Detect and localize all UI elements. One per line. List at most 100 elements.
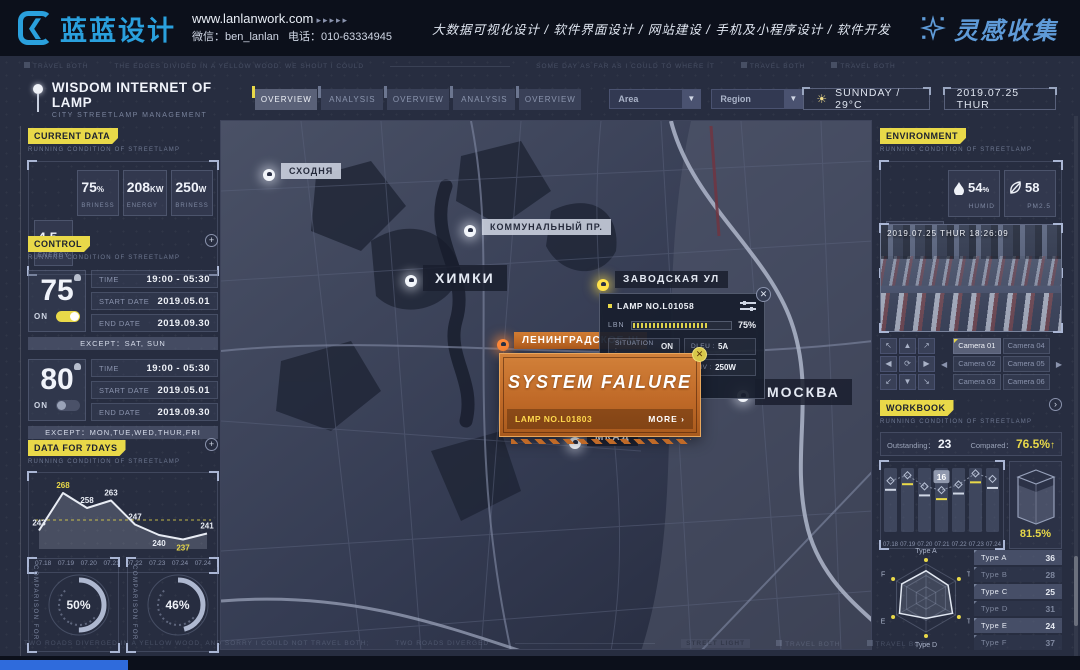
lamp-toggle[interactable] bbox=[56, 400, 80, 411]
panel-badge: CURRENT DATA bbox=[28, 128, 118, 144]
brand-logo-text: 蓝蓝设计 bbox=[60, 9, 176, 48]
brand-logo-icon: ❮ bbox=[18, 11, 52, 45]
pan-right-button[interactable]: ▶ bbox=[918, 356, 935, 372]
compared-value: 76.5% bbox=[1016, 437, 1050, 451]
tab-overview-1[interactable]: OVERVIEW bbox=[255, 89, 317, 110]
wechat-label: 微信：ben_lanlan bbox=[192, 31, 279, 43]
dashboard-header: WISDOM INTERNET OF LAMP CITY STREETLAMP … bbox=[30, 82, 1056, 116]
camera-button-6[interactable]: Camera 06 bbox=[1003, 374, 1050, 390]
website-link[interactable]: www.lanlanwork.com bbox=[192, 11, 313, 26]
panel-badge: CONTROL bbox=[28, 236, 90, 252]
camera-button-3[interactable]: Camera 03 bbox=[953, 374, 1000, 390]
panel-badge: DATA FOR 7DAYS bbox=[28, 440, 126, 456]
filter-selects: Area▼ Region▼ bbox=[609, 89, 803, 109]
decor-bottom-row: TWO ROADS DIVERGED IN A YELLOW WOOD, AND… bbox=[24, 639, 1056, 648]
tab-overview-2[interactable]: OVERVIEW bbox=[387, 89, 449, 110]
lbn-label: LBN bbox=[608, 322, 625, 329]
camera-list-prev-icon[interactable]: ◀ bbox=[941, 360, 947, 369]
pan-up-left-button[interactable]: ↖ bbox=[880, 338, 897, 354]
map-label-kommunalny[interactable]: КОММУНАЛЬНЫЙ ПР. bbox=[482, 219, 611, 235]
map-pin-zavodskaya[interactable] bbox=[597, 279, 609, 291]
map-pin-khimki[interactable] bbox=[405, 275, 417, 287]
workbook-more-button[interactable]: › bbox=[1049, 398, 1062, 411]
brand-logo[interactable]: ❮ 蓝蓝设计 bbox=[18, 9, 176, 48]
pan-down-left-button[interactable]: ↙ bbox=[880, 374, 897, 390]
brightness-value: 80 bbox=[34, 364, 80, 396]
schedule-block-2: 80 ON TIME19:00 - 05:30 START DATE2019.0… bbox=[28, 359, 218, 421]
ruler-decor bbox=[20, 126, 21, 656]
close-icon[interactable]: ✕ bbox=[692, 347, 707, 362]
reset-view-button[interactable]: ⟳ bbox=[899, 356, 916, 372]
pan-left-button[interactable]: ◀ bbox=[880, 356, 897, 372]
page-title: WISDOM INTERNET OF LAMP bbox=[52, 80, 229, 110]
svg-text:258: 258 bbox=[80, 496, 94, 505]
camera-list-next-icon[interactable]: ▶ bbox=[1056, 360, 1062, 369]
type-row-c[interactable]: Type C25 bbox=[974, 584, 1062, 599]
scrollbar[interactable] bbox=[1074, 116, 1078, 656]
tab-analysis-1[interactable]: ANALYSIS bbox=[321, 89, 383, 110]
panel-control: CONTROL RUNNING CONDITION OF STREETLAMP … bbox=[28, 234, 218, 439]
camera-button-4[interactable]: Camera 04 bbox=[1003, 338, 1050, 354]
type-row-d[interactable]: Type D31 bbox=[974, 601, 1062, 616]
main-tabs: OVERVIEW ANALYSIS OVERVIEW ANALYSIS OVER… bbox=[255, 89, 581, 110]
time-row: TIME19:00 - 05:30 bbox=[91, 359, 218, 377]
week-line-chart: 243268258263247240237241 bbox=[31, 477, 215, 555]
type-row-a[interactable]: Type A36 bbox=[974, 550, 1062, 565]
svg-text:241: 241 bbox=[200, 522, 214, 531]
comparison-gauge-2: COMPARISON FOR 46% bbox=[127, 558, 218, 652]
region-select[interactable]: Region▼ bbox=[711, 89, 803, 109]
city-map[interactable]: СХОДНЯ КОММУНАЛЬНЫЙ ПР. ХИМКИ ЗАВОДСКАЯ … bbox=[220, 120, 872, 650]
page-bottom-strip bbox=[0, 656, 1080, 670]
pan-up-right-button[interactable]: ↗ bbox=[918, 338, 935, 354]
comparison-gauge-1: COMPARISON FOR 50% bbox=[28, 558, 119, 652]
map-pin-leningradskoe[interactable] bbox=[497, 339, 509, 351]
map-label-zavodskaya[interactable]: ЗАВОДСКАЯ УЛ bbox=[615, 271, 728, 288]
type-row-e[interactable]: Type E24 bbox=[974, 618, 1062, 633]
camera-button-2[interactable]: Camera 02 bbox=[953, 356, 1000, 372]
tab-overview-3[interactable]: OVERVIEW bbox=[519, 89, 581, 110]
map-label-skhodnya[interactable]: СХОДНЯ bbox=[281, 163, 341, 179]
stat-briness-pct: 75% BRINESS bbox=[77, 170, 118, 216]
panel-subtitle: RUNNING CONDITION OF STREETLAMP bbox=[28, 459, 180, 465]
collect-button[interactable]: 灵感收集 bbox=[920, 11, 1058, 46]
workbook-3d-gauge: 81.5% bbox=[1009, 461, 1062, 549]
panel-subtitle: RUNNING CONDITION OF STREETLAMP bbox=[28, 147, 218, 153]
type-list: Type A36 Type B28 Type C25 Type D31 Type… bbox=[974, 542, 1062, 654]
pan-down-right-button[interactable]: ↘ bbox=[918, 374, 935, 390]
map-pin-skhodnya[interactable] bbox=[263, 169, 275, 181]
alert-hatch-decor bbox=[511, 439, 691, 444]
panel-workbook: WORKBOOK RUNNING CONDITION OF STREETLAMP… bbox=[880, 398, 1062, 549]
type-row-b[interactable]: Type B28 bbox=[974, 567, 1062, 582]
camera-video-feed[interactable]: 2019.07.25 THUR 18:26:09 bbox=[880, 224, 1062, 332]
more-button[interactable]: MORE › bbox=[648, 414, 685, 424]
add-schedule-button[interactable]: + bbox=[205, 234, 218, 247]
pan-up-button[interactable]: ▲ bbox=[899, 338, 916, 354]
map-label-moskva[interactable]: МОСКВА bbox=[755, 379, 852, 405]
scrollbar-thumb[interactable] bbox=[1074, 556, 1078, 626]
brightness-value: 75 bbox=[34, 275, 80, 307]
settings-sliders-icon[interactable] bbox=[740, 302, 756, 310]
map-label-khimki[interactable]: ХИМКИ bbox=[423, 265, 507, 291]
banner-contact: www.lanlanwork.com ▸▸▸▸▸ 微信：ben_lanlan 电… bbox=[192, 10, 392, 46]
panel-badge: ENVIRONMENT bbox=[880, 128, 966, 144]
lamp-toggle[interactable] bbox=[56, 311, 80, 322]
brightness-level-box: 80 ON bbox=[28, 359, 86, 421]
panel-camera: 2019.07.25 THUR 18:26:09 ↖ ▲ ↗ ◀ ⟳ ▶ ↙ ▼… bbox=[880, 224, 1062, 390]
env-pm25: 58 PM2.5 bbox=[1004, 170, 1056, 217]
panel-subtitle: RUNNING CONDITION OF STREETLAMP bbox=[880, 147, 1062, 153]
expand-chart-button[interactable]: + bbox=[205, 438, 218, 451]
workbook-bar-chart: 16 bbox=[881, 462, 1003, 536]
close-icon[interactable]: ✕ bbox=[756, 287, 771, 302]
camera-button-1[interactable]: Camera 01 bbox=[953, 338, 1000, 354]
camera-button-5[interactable]: Camera 05 bbox=[1003, 356, 1050, 372]
title-block: WISDOM INTERNET OF LAMP CITY STREETLAMP … bbox=[52, 80, 229, 119]
lamp-icon bbox=[74, 274, 81, 281]
tab-analysis-2[interactable]: ANALYSIS bbox=[453, 89, 515, 110]
gauge-value: 46% bbox=[165, 598, 189, 612]
pan-down-button[interactable]: ▼ bbox=[899, 374, 916, 390]
map-pin-kommunalny[interactable] bbox=[464, 225, 476, 237]
svg-text:16: 16 bbox=[937, 472, 947, 482]
gauge-value: 50% bbox=[66, 598, 90, 612]
gauge-label: COMPARISON FOR bbox=[128, 559, 138, 651]
area-select[interactable]: Area▼ bbox=[609, 89, 701, 109]
